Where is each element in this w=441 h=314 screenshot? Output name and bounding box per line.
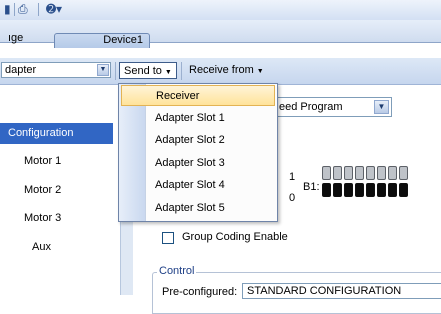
b1-bit-cell[interactable]: [399, 183, 408, 197]
b1-bit-cell[interactable]: [344, 166, 353, 180]
document-tabs: ıge Device1: [0, 20, 441, 48]
menu-item-adapter-slot-5[interactable]: Adapter Slot 5: [121, 198, 275, 219]
menu-item-adapter-slot-3[interactable]: Adapter Slot 3: [121, 153, 275, 174]
b1-bit-cell[interactable]: [322, 183, 331, 197]
chevron-down-icon[interactable]: ▼: [374, 100, 389, 114]
send-to-menu: Receiver Adapter Slot 1 Adapter Slot 2 A…: [118, 83, 278, 222]
sidebar-item-configuration[interactable]: Configuration: [0, 123, 113, 144]
chevron-down-icon: ▼: [164, 69, 172, 76]
sidebar-item-motor-3[interactable]: Motor 3: [24, 208, 61, 229]
b1-bit-cell[interactable]: [388, 183, 397, 197]
bit-row-a-value: 1: [289, 171, 296, 183]
b1-bit-cell[interactable]: [344, 183, 353, 197]
menu-item-adapter-slot-4[interactable]: Adapter Slot 4: [121, 175, 275, 196]
control-group-title: Control: [157, 265, 197, 277]
program-select[interactable]: eed Program ▼: [270, 97, 392, 117]
b1-bit-cell[interactable]: [366, 166, 375, 180]
b1-bit-cell[interactable]: [333, 166, 342, 180]
app-icon[interactable]: ▮: [4, 2, 11, 16]
menu-item-receiver[interactable]: Receiver: [121, 85, 275, 106]
tab-device1[interactable]: Device1: [54, 33, 150, 48]
print-icon[interactable]: ⎙: [18, 2, 28, 17]
adapter-combo-value: dapter: [5, 64, 37, 76]
b1-bit-display: [322, 166, 441, 202]
title-bar: ▮ ⎙ ➋▾: [0, 0, 441, 21]
help-icon[interactable]: ➋▾: [46, 2, 62, 16]
adapter-combo[interactable]: dapter ▼: [1, 62, 111, 78]
receive-from-button[interactable]: Receive from ▼: [185, 62, 268, 79]
receive-from-label: Receive from: [189, 64, 254, 76]
bit-row-b-value: 0: [289, 192, 296, 204]
sidebar-item-motor-2[interactable]: Motor 2: [24, 180, 61, 201]
b1-bit-cell[interactable]: [377, 166, 386, 180]
b1-bit-cell[interactable]: [366, 183, 375, 197]
preconfigured-field[interactable]: STANDARD CONFIGURATION: [242, 283, 441, 299]
sidebar-item-motor-1[interactable]: Motor 1: [24, 151, 61, 172]
toolbar: dapter ▼ Send to ▼ Receive from ▼: [0, 58, 441, 85]
toolbar-separator: [115, 62, 116, 80]
chevron-down-icon[interactable]: ▼: [97, 64, 109, 76]
sidebar-tree: Configuration Motor 1 Motor 2 Motor 3 Au…: [0, 85, 117, 295]
menu-item-adapter-slot-2[interactable]: Adapter Slot 2: [121, 130, 275, 151]
b1-label: B1:: [303, 181, 320, 193]
b1-bit-cell[interactable]: [355, 183, 364, 197]
b1-bit-cell[interactable]: [388, 166, 397, 180]
quick-access-separator: [14, 3, 15, 16]
tab-page[interactable]: ıge: [0, 32, 62, 44]
chevron-down-icon: ▼: [256, 68, 264, 75]
send-to-button[interactable]: Send to ▼: [119, 62, 177, 79]
b1-bit-cell[interactable]: [377, 183, 386, 197]
menu-item-adapter-slot-1[interactable]: Adapter Slot 1: [121, 108, 275, 129]
preconfigured-label: Pre-configured:: [162, 286, 238, 298]
program-select-value: eed Program: [279, 101, 343, 113]
group-coding-label: Group Coding Enable: [182, 231, 288, 243]
toolbar-separator: [181, 62, 182, 80]
b1-bit-cell[interactable]: [399, 166, 408, 180]
sidebar-item-aux[interactable]: Aux: [32, 237, 51, 258]
b1-bit-cell[interactable]: [322, 166, 331, 180]
b1-bit-cell[interactable]: [333, 183, 342, 197]
b1-bit-cell[interactable]: [355, 166, 364, 180]
send-to-label: Send to: [124, 65, 162, 77]
group-coding-checkbox[interactable]: [162, 232, 174, 244]
quick-access-separator: [38, 3, 39, 16]
